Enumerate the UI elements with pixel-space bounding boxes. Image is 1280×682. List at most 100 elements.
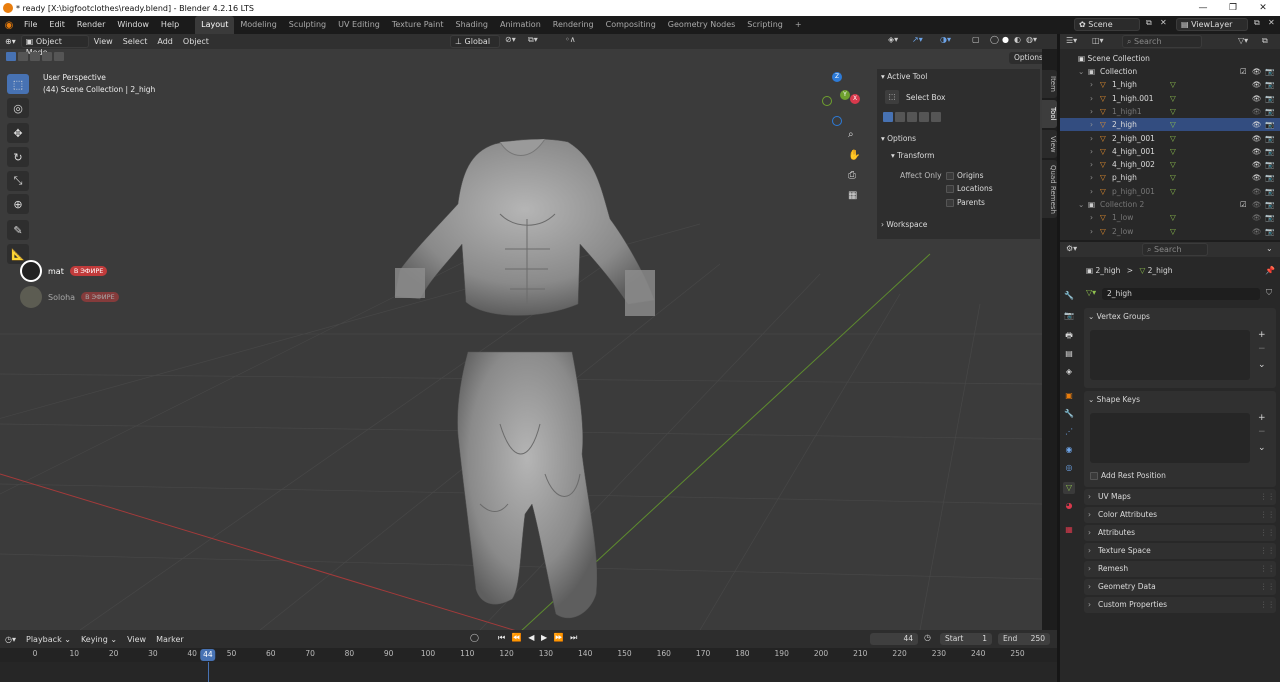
expand-arrow-icon[interactable]: › (1090, 145, 1093, 158)
eye-icon[interactable]: 👁 (1252, 145, 1262, 158)
scene-properties-icon[interactable]: ◈ (1063, 366, 1075, 378)
select-box-icon[interactable]: ⬚ (885, 90, 899, 104)
playhead-indicator[interactable]: 44 (200, 649, 216, 661)
tab-rendering[interactable]: Rendering (547, 16, 600, 34)
shape-key-menu-icon[interactable]: ⌄ (1258, 443, 1266, 453)
section-uv-maps[interactable]: › UV Maps ⋮⋮ (1084, 489, 1276, 505)
viewport-options-button[interactable]: Options (1009, 52, 1042, 64)
editor-type-icon[interactable]: ⊕▾ (0, 34, 21, 49)
camera-render-icon[interactable]: 📷 (1265, 198, 1274, 211)
exclude-checkbox-icon[interactable]: ☑ (1240, 65, 1247, 78)
menu-add[interactable]: Add (152, 34, 178, 49)
texture-properties-icon[interactable]: ▦ (1063, 524, 1075, 536)
new-viewlayer-icon[interactable]: ⧉ (1254, 18, 1260, 28)
exclude-checkbox-icon[interactable]: ☑ (1240, 198, 1247, 211)
properties-search-input[interactable]: ⌕ Search (1142, 243, 1208, 256)
fake-user-icon[interactable]: ⛉ (1266, 288, 1272, 298)
eye-icon[interactable]: 👁 (1252, 92, 1262, 105)
camera-icon[interactable]: ⎙ (848, 170, 856, 181)
minimize-button[interactable]: — (1190, 0, 1216, 16)
pivot-icon[interactable]: ⊘▾ (505, 35, 516, 44)
start-frame-field[interactable]: Start 1 (940, 633, 992, 645)
modifier-properties-icon[interactable]: 🔧 (1063, 408, 1075, 420)
tab-compositing[interactable]: Compositing (600, 16, 662, 34)
material-shading-icon[interactable]: ◐ (1014, 35, 1021, 44)
mode-subtract-icon[interactable] (907, 112, 917, 122)
expand-arrow-icon[interactable]: › (1090, 185, 1093, 198)
add-rest-position-checkbox[interactable]: Add Rest Position (1090, 471, 1166, 480)
tab-item[interactable]: Item (1042, 70, 1057, 98)
drag-handle-icon[interactable]: ⋮⋮ (1260, 579, 1275, 595)
gizmo-x-axis[interactable]: X (850, 94, 860, 104)
rotate-tool[interactable]: ↻ (7, 147, 29, 167)
camera-render-icon[interactable]: 📷 (1265, 92, 1274, 105)
section-attributes[interactable]: › Attributes ⋮⋮ (1084, 525, 1276, 541)
drag-handle-icon[interactable]: ⋮⋮ (1260, 561, 1275, 577)
tab-sculpting[interactable]: Sculpting (283, 16, 332, 34)
gizmo-neg-y[interactable] (822, 96, 832, 106)
scene-selector[interactable]: ✿ Scene (1074, 18, 1140, 31)
output-properties-icon[interactable]: 🖶 (1063, 330, 1075, 342)
breadcrumb-data[interactable]: 2_high (1148, 266, 1173, 275)
clock-icon[interactable]: ◷ (924, 633, 931, 642)
eye-icon[interactable]: 👁 (1252, 65, 1262, 78)
zoom-icon[interactable]: ⌕ (848, 129, 854, 140)
eye-icon[interactable]: 👁 (1252, 158, 1262, 171)
delete-scene-icon[interactable]: ✕ (1160, 18, 1167, 27)
mode-selector[interactable]: ▣ Object Mode (20, 35, 89, 57)
grid-view-icon[interactable]: ▦ (848, 190, 857, 201)
wireframe-shading-icon[interactable]: ◯ (990, 35, 999, 44)
menu-playback[interactable]: Playback ⌄ (21, 632, 76, 647)
drag-handle-icon[interactable]: ⋮⋮ (1260, 543, 1275, 559)
section-custom-properties[interactable]: › Custom Properties ⋮⋮ (1084, 597, 1276, 613)
select-intersect-icon[interactable] (54, 52, 64, 61)
add-vertex-group-icon[interactable]: + (1258, 330, 1266, 340)
remove-vertex-group-icon[interactable]: − (1258, 344, 1266, 354)
outliner-search-input[interactable]: ⌕ Search (1122, 35, 1202, 48)
camera-render-icon[interactable]: 📷 (1265, 171, 1274, 184)
menu-help[interactable]: Help (155, 16, 185, 34)
select-invert-icon[interactable] (42, 52, 52, 61)
scale-tool[interactable]: ⤡ (7, 171, 29, 191)
select-extend-icon[interactable] (18, 52, 28, 61)
parents-checkbox[interactable]: Parents (946, 198, 985, 207)
select-subtract-icon[interactable] (30, 52, 40, 61)
mode-intersect-icon[interactable] (931, 112, 941, 122)
camera-render-icon[interactable]: 📷 (1265, 225, 1274, 238)
xray-icon[interactable]: ▢ (972, 35, 980, 44)
mesh-name-field[interactable]: 2_high (1102, 288, 1260, 300)
expand-arrow-icon[interactable]: ⌄ (1078, 198, 1084, 211)
pan-hand-icon[interactable]: ✋ (848, 150, 860, 161)
menu-keying[interactable]: Keying ⌄ (76, 632, 122, 647)
expand-arrow-icon[interactable]: › (1090, 132, 1093, 145)
gizmo-y-axis[interactable]: Y (840, 90, 850, 100)
menu-window[interactable]: Window (111, 16, 155, 34)
maximize-button[interactable]: ❐ (1220, 0, 1246, 16)
tab-texture-paint[interactable]: Texture Paint (386, 16, 450, 34)
remove-shape-key-icon[interactable]: − (1258, 427, 1266, 437)
expand-arrow-icon[interactable]: ⌄ (1078, 65, 1084, 78)
add-shape-key-icon[interactable]: + (1258, 413, 1266, 423)
chevron-down-icon[interactable]: ⌄ (1266, 244, 1273, 253)
particles-icon[interactable]: ⋰ (1063, 426, 1075, 438)
move-tool[interactable]: ✥ (7, 123, 29, 143)
menu-file[interactable]: File (18, 16, 43, 34)
section-geometry-data[interactable]: › Geometry Data ⋮⋮ (1084, 579, 1276, 595)
eye-icon[interactable]: 👁 (1252, 198, 1262, 211)
outliner-collection[interactable]: ⌄ ▣ Collection ☑ 👁 📷 (1060, 65, 1280, 78)
outliner-object[interactable]: › ▽ 4_high_002 ▽ 👁 📷 (1060, 158, 1280, 171)
material-properties-icon[interactable]: ◕ (1063, 500, 1075, 512)
expand-arrow-icon[interactable]: › (1090, 158, 1093, 171)
annotate-tool[interactable]: ✎ (7, 220, 29, 240)
tab-modeling[interactable]: Modeling (234, 16, 282, 34)
expand-arrow-icon[interactable]: › (1090, 118, 1093, 131)
timeline-ruler[interactable]: 0 10 20 30 40 50 60 70 80 90 100 110 120 130 140 150 160… (0, 648, 1057, 662)
expand-arrow-icon[interactable]: › (1090, 211, 1093, 224)
workspace-header[interactable]: › Workspace (881, 220, 927, 229)
properties-editor-icon[interactable]: ⚙▾ (1066, 244, 1077, 253)
menu-render[interactable]: Render (71, 16, 111, 34)
camera-render-icon[interactable]: 📷 (1265, 118, 1274, 131)
origins-checkbox[interactable]: Origins (946, 171, 984, 180)
record-icon[interactable]: ◯ (470, 633, 479, 642)
tab-scripting[interactable]: Scripting (741, 16, 789, 34)
